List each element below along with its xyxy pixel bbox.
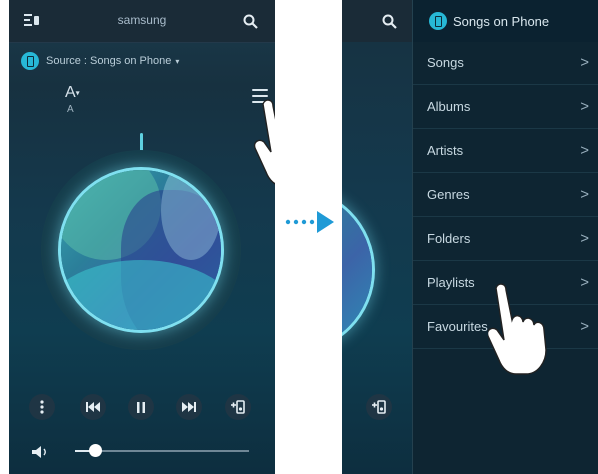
drawer-item-label: Artists [427, 142, 464, 158]
chevron-right-icon: > [580, 229, 589, 247]
chevron-right-icon: > [580, 141, 589, 159]
chevron-down-icon: ▾ [175, 56, 180, 66]
album-art[interactable] [61, 170, 221, 330]
sort-letter: A [65, 84, 76, 101]
library-drawer: Songs on Phone Songs > Albums > Artists … [412, 0, 598, 474]
drawer-item-label: Playlists [427, 274, 475, 290]
chevron-right-icon: > [580, 273, 589, 291]
search-icon[interactable] [241, 12, 259, 30]
next-track-button[interactable] [176, 394, 202, 420]
chevron-down-icon: ▾ [75, 88, 80, 98]
volume-slider-handle[interactable] [89, 444, 102, 457]
sort-button[interactable]: A▾ [65, 84, 80, 102]
top-bar [342, 0, 412, 42]
drawer-item-albums[interactable]: Albums > [413, 84, 598, 129]
sort-sub-letter: A [67, 104, 74, 115]
top-bar: samsung [9, 0, 275, 43]
right-phone-screen: Songs on Phone Songs > Albums > Artists … [342, 0, 598, 474]
drawer-title: Songs on Phone [453, 13, 550, 29]
drawer-item-label: Favourites [427, 318, 488, 334]
phone-icon [429, 12, 447, 30]
drawer-header: Songs on Phone [413, 0, 598, 42]
speaker-add-button[interactable] [225, 394, 251, 420]
speaker-add-button[interactable] [366, 394, 392, 420]
source-selector[interactable]: Source : Songs on Phone ▾ [21, 51, 179, 71]
drawer-item-artists[interactable]: Artists > [413, 128, 598, 173]
drawer-item-songs[interactable]: Songs > [413, 40, 598, 85]
phone-icon [21, 52, 39, 70]
pointing-hand-icon [488, 283, 547, 375]
drawer-item-genres[interactable]: Genres > [413, 172, 598, 217]
chevron-right-icon: > [580, 185, 589, 203]
search-icon[interactable] [380, 12, 398, 30]
chevron-right-icon: > [580, 53, 589, 71]
header-title: samsung [117, 13, 167, 27]
pointing-hand-icon [253, 99, 275, 185]
chevron-right-icon: > [580, 97, 589, 115]
previous-track-button[interactable] [80, 394, 106, 420]
chevron-right-icon: > [580, 317, 589, 335]
volume-icon[interactable] [32, 445, 50, 463]
transition-arrow-icon [285, 211, 334, 233]
drawer-item-label: Songs [427, 54, 464, 70]
more-options-button[interactable] [29, 394, 55, 420]
drawer-item-folders[interactable]: Folders > [413, 216, 598, 261]
drawer-item-label: Albums [427, 98, 471, 114]
drawer-item-label: Folders [427, 230, 471, 246]
left-phone-screen: samsung Source : Songs on Phone ▾ A▾ A [9, 0, 275, 474]
pause-button[interactable] [128, 394, 154, 420]
source-label: Source : Songs on Phone [46, 55, 172, 67]
drawer-item-label: Genres [427, 186, 470, 202]
